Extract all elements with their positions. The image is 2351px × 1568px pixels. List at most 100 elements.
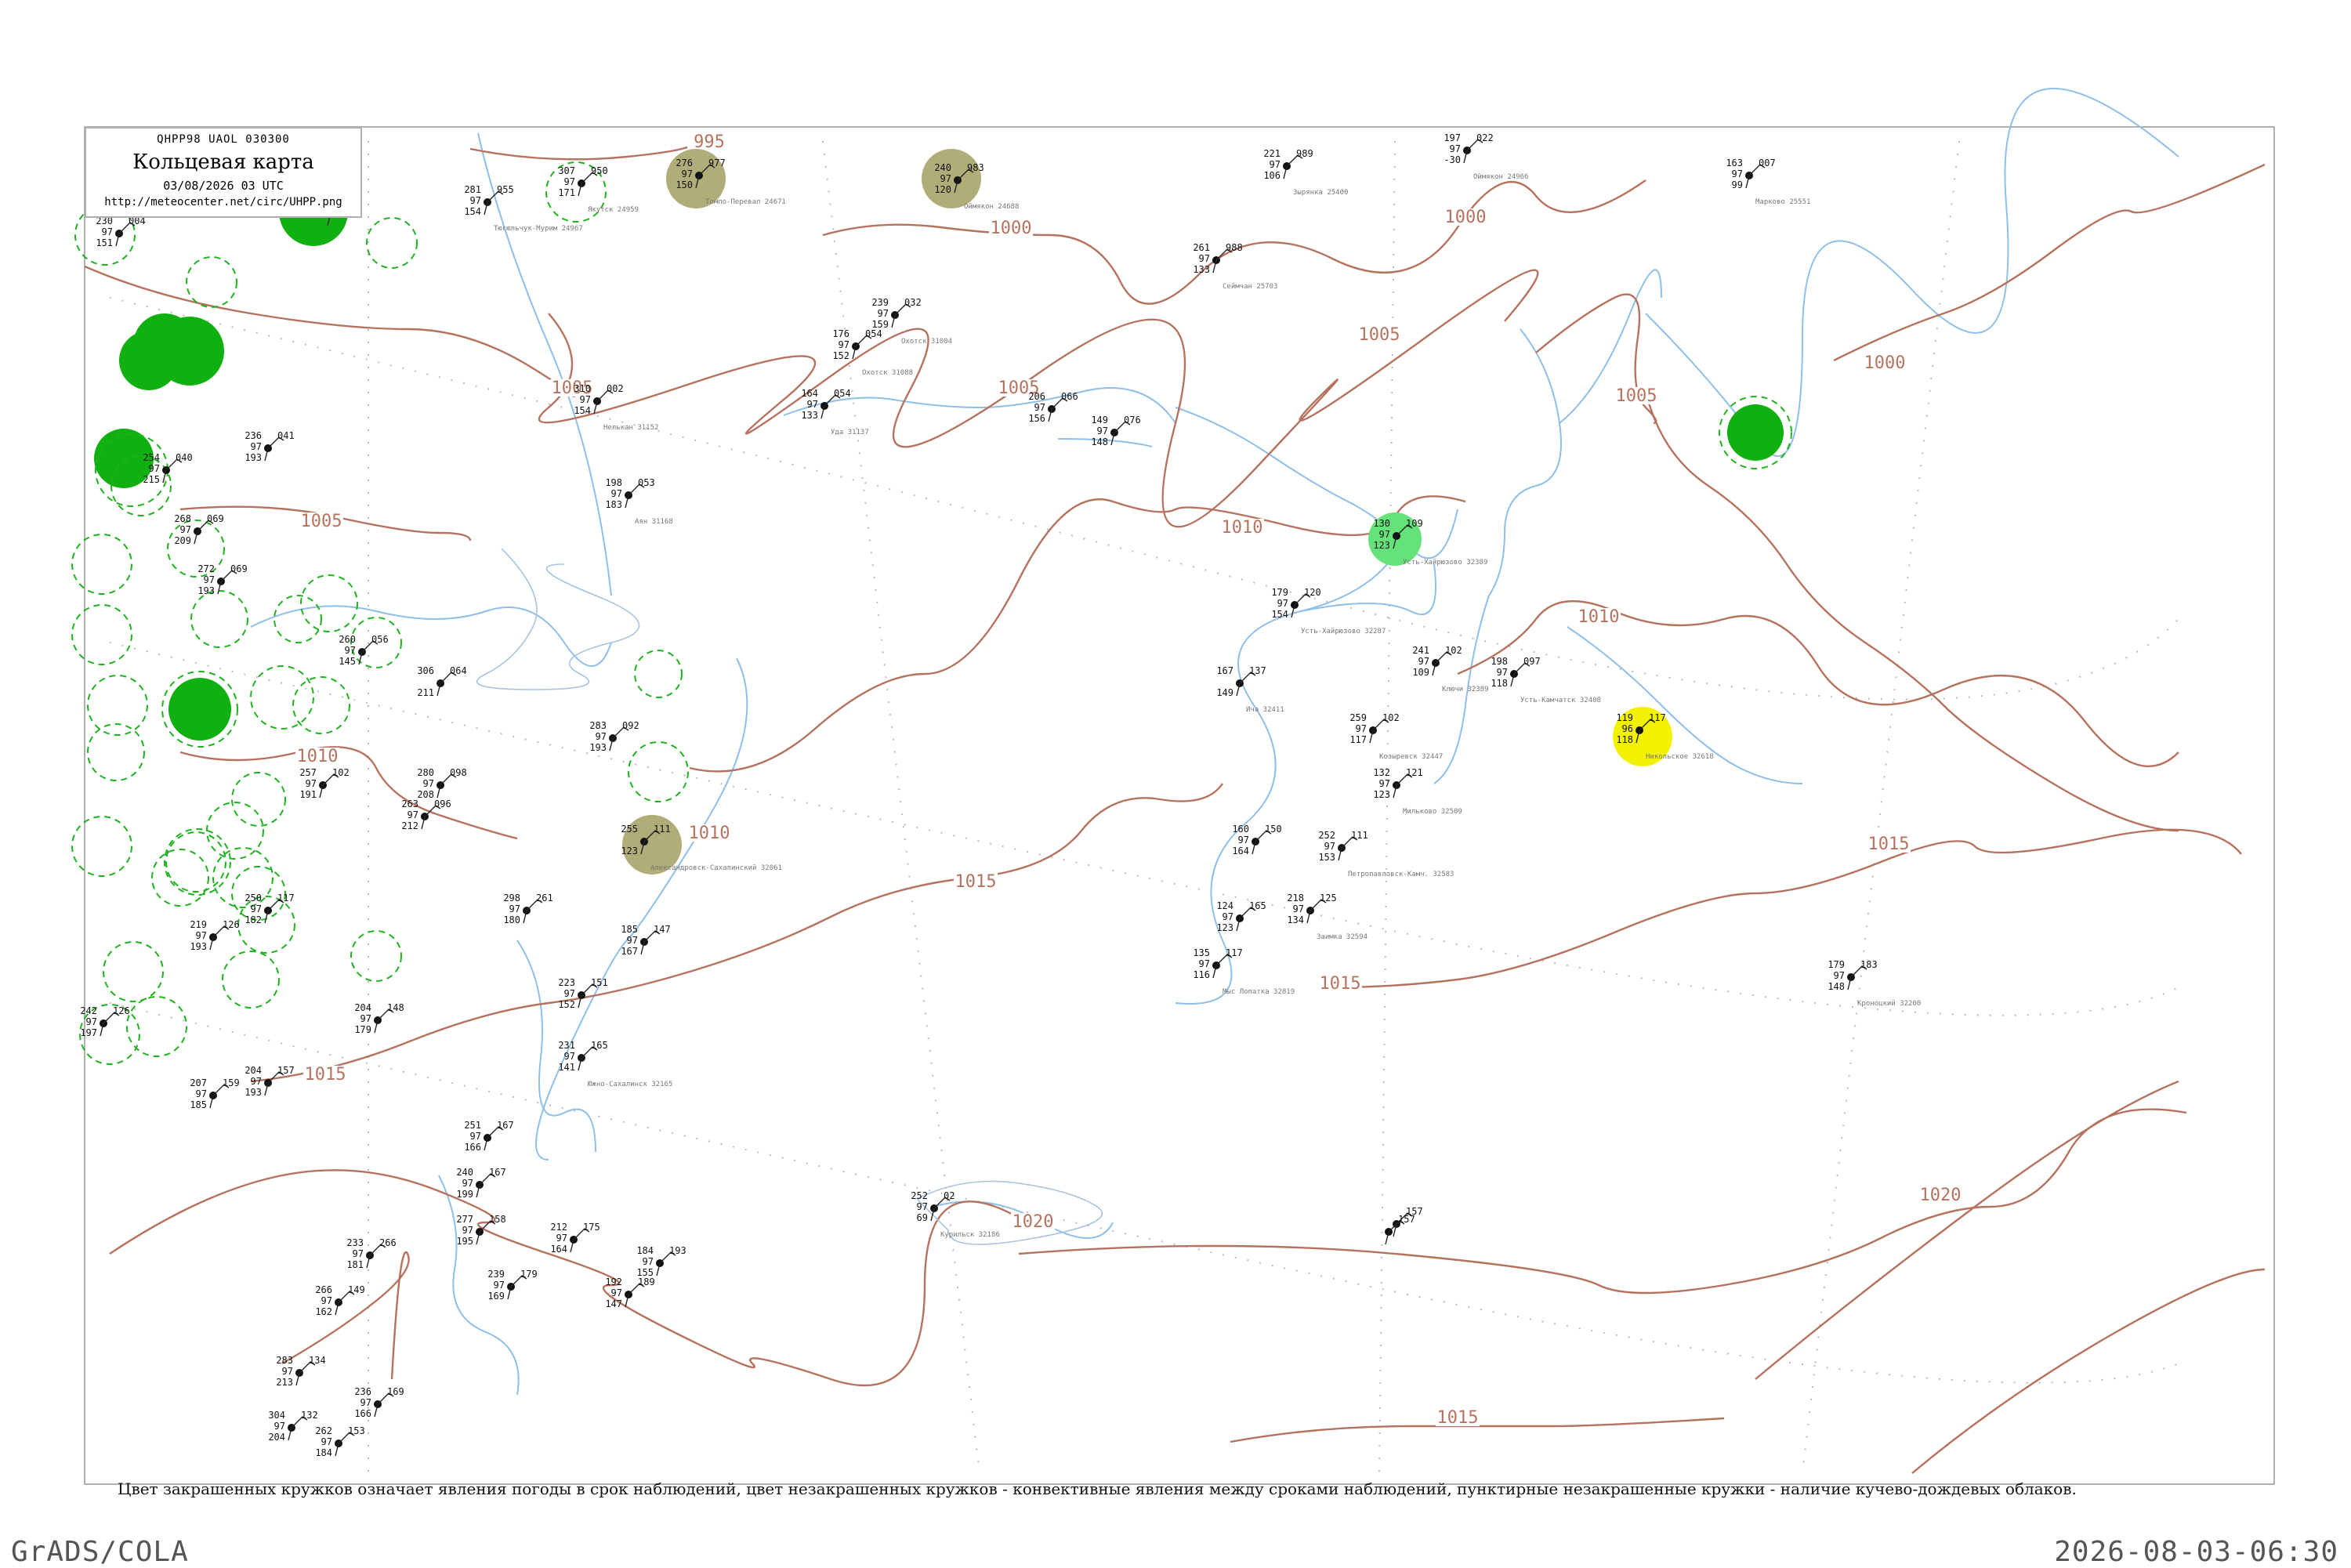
isobar-label: 1015 — [1437, 1408, 1479, 1428]
station-value: 307 — [558, 165, 575, 176]
station-value: 195 — [456, 1236, 473, 1247]
rain-circle — [119, 331, 179, 390]
station-value: 97 — [321, 1295, 332, 1306]
station-value: 97 — [643, 1256, 654, 1267]
isobar-label: 1000 — [1864, 353, 1906, 373]
station-name: Марково 25551 — [1755, 198, 1810, 206]
station-name: Усть-Хайрюзово 32389 — [1403, 559, 1487, 567]
station-value: 204 — [268, 1432, 285, 1443]
station-pressure: 983 — [967, 162, 984, 173]
station-value: 97 — [1034, 402, 1045, 413]
station-value: 179 — [1271, 587, 1288, 598]
station-value: 97 — [1324, 841, 1335, 852]
station-value: 167 — [621, 946, 638, 957]
station-pressure: 041 — [277, 430, 295, 441]
station-value: 197 — [1444, 132, 1461, 143]
station-pressure: 169 — [387, 1386, 404, 1397]
station-value: 97 — [1277, 598, 1288, 609]
station-value: 240 — [456, 1167, 473, 1178]
station-value: 97 — [1223, 911, 1233, 922]
station-value: 197 — [80, 1027, 97, 1038]
station-name: Зырянка 25400 — [1293, 189, 1348, 197]
station-name: Александровск-Сахалинский 32061 — [650, 864, 782, 872]
station-value: 164 — [550, 1244, 567, 1255]
station-value: 152 — [832, 350, 849, 361]
station-value: 97 — [580, 394, 591, 405]
station-pressure: 054 — [834, 388, 851, 399]
station-name: Заимка 32594 — [1317, 933, 1367, 941]
station-value: 218 — [1287, 893, 1304, 904]
station-value: 257 — [299, 767, 317, 778]
station-value: 116 — [1193, 969, 1210, 980]
station-value: 133 — [801, 410, 818, 421]
station-pressure: 167 — [489, 1167, 506, 1178]
station-value: 97 — [509, 904, 520, 914]
station-value: 204 — [245, 1065, 262, 1076]
station-value: 118 — [1491, 678, 1508, 689]
station-pressure: 056 — [371, 634, 389, 645]
station-pressure: 111 — [1351, 830, 1368, 841]
isobar-label: 1015 — [1320, 974, 1361, 994]
station-value: 193 — [589, 742, 607, 753]
station-pressure: 126 — [113, 1005, 130, 1016]
station-value: 97 — [682, 168, 693, 179]
station-pressure: 022 — [1476, 132, 1494, 143]
station-name: Охотск 31004 — [901, 338, 952, 346]
station-value: 192 — [605, 1276, 622, 1287]
station-pressure: 102 — [1382, 712, 1400, 723]
station-value: 97 — [321, 1436, 332, 1447]
station-name: Оймякон 24688 — [964, 203, 1019, 211]
station-name: Томпо-Перевал 24671 — [705, 198, 786, 206]
station-value: 97 — [1356, 723, 1367, 734]
synoptic-map: 9951000100010001005100510051005100510101… — [71, 88, 2275, 1485]
station-value: 97 — [839, 339, 849, 350]
station-value: 97 — [1199, 253, 1210, 264]
station-value: 141 — [558, 1062, 575, 1073]
station-value: 97 — [462, 1178, 473, 1189]
station-value: 251 — [464, 1120, 481, 1131]
station-value: 254 — [143, 452, 160, 463]
station-value: 213 — [276, 1377, 293, 1388]
station-value: 97 — [102, 226, 113, 237]
station-value: 123 — [1373, 540, 1390, 551]
station-value: 150 — [676, 179, 693, 190]
station-pressure: 109 — [1406, 518, 1423, 529]
station-pressure: 147 — [654, 924, 671, 935]
station-value: 166 — [464, 1142, 481, 1153]
station-value: 97 — [353, 1248, 364, 1259]
station-value: 162 — [315, 1306, 332, 1317]
station-value: 261 — [1193, 242, 1210, 253]
station-value: 255 — [621, 824, 638, 835]
station-value: 97 — [1834, 970, 1845, 981]
station-value: 97 — [611, 1287, 622, 1298]
station-value: 240 — [934, 162, 951, 173]
isobar-label: 1010 — [297, 747, 339, 766]
station-pressure: 053 — [638, 477, 655, 488]
station-pressure: 183 — [1860, 959, 1878, 970]
station-value: -30 — [1444, 154, 1461, 165]
station-pressure: 955 — [497, 184, 514, 195]
station-value: 193 — [190, 941, 207, 952]
station-value: 148 — [1091, 436, 1108, 447]
station-value: 97 — [596, 731, 607, 742]
station-pressure: 989 — [1296, 148, 1313, 159]
isobar-label: 1010 — [1578, 607, 1620, 627]
station-value: 219 — [190, 919, 207, 930]
station-value: 268 — [174, 513, 191, 524]
station-pressure: 165 — [591, 1040, 608, 1051]
station-value: 310 — [574, 383, 591, 394]
station-value: 211 — [417, 687, 434, 698]
station-value: 97 — [282, 1366, 293, 1377]
station-pressure: 189 — [638, 1276, 655, 1287]
map-datetime: 03/08/2026 03 UTC — [163, 179, 284, 193]
station-value: 277 — [456, 1214, 473, 1225]
station-pressure: 266 — [379, 1237, 397, 1248]
station-pressure: 097 — [1523, 656, 1541, 667]
isobar-label: 1015 — [955, 872, 997, 892]
station-pressure: 157 — [277, 1065, 295, 1076]
isobar-label: 1015 — [1868, 835, 1910, 854]
station-value: 97 — [204, 574, 215, 585]
station-name: Аян 31168 — [635, 518, 673, 526]
station-value: 97 — [1199, 958, 1210, 969]
station-value: 169 — [487, 1291, 505, 1302]
